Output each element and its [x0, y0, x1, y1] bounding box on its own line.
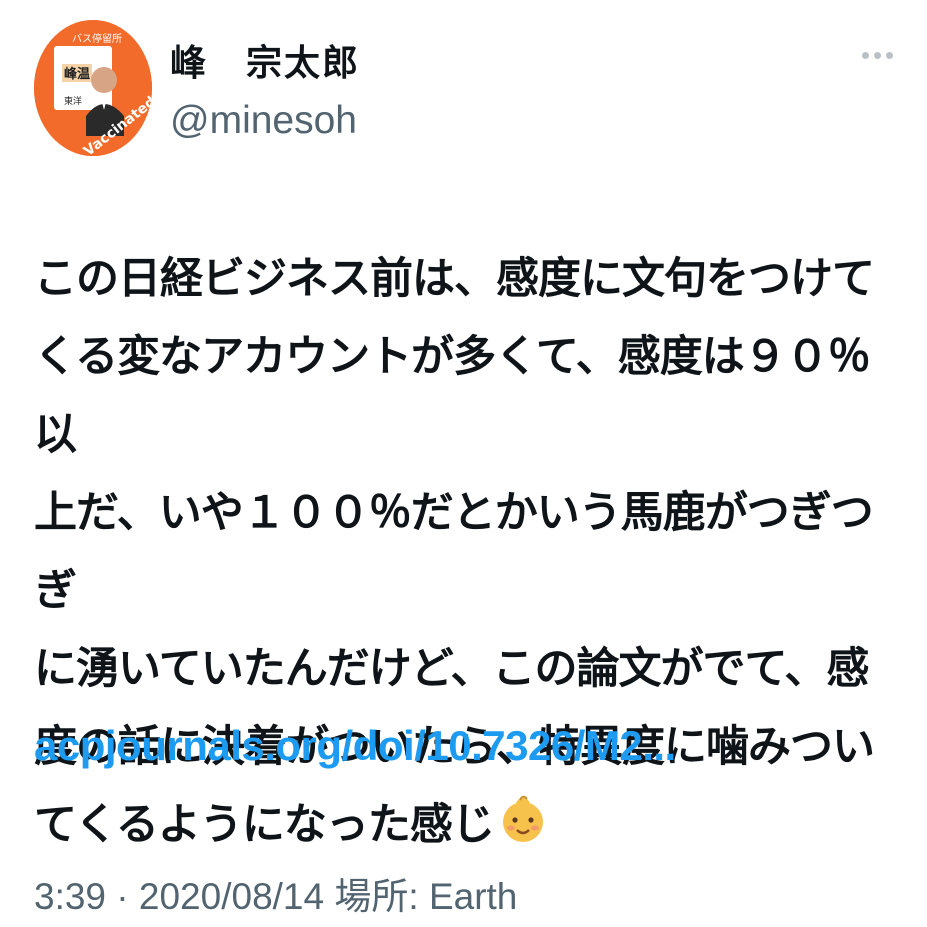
avatar-image: バス停留所 峰温 東洋 I'm Vaccinated — [34, 20, 152, 156]
more-options-button[interactable] — [857, 40, 897, 70]
avatar-sign-text: 峰温 — [64, 66, 90, 82]
meta-separator: · — [116, 876, 129, 917]
location-label: 場所: — [334, 876, 419, 917]
tweet-text: この日経ビジネス前は、感度に文句をつけて くる変なアカウントが多くて、感度は９０… — [34, 240, 884, 870]
tweet-location[interactable]: Earth — [429, 876, 517, 917]
tweet-detail: バス停留所 峰温 東洋 I'm Vaccinated 峰 宗太郎 @mineso… — [0, 0, 927, 927]
tweet-time[interactable]: 3:39 — [34, 876, 106, 917]
tweet-meta: 3:39 · 2020/08/14 場所: Earth — [34, 866, 517, 920]
avatar-top-text: バス停留所 — [72, 32, 122, 45]
more-horizontal-icon-dot — [885, 51, 893, 59]
more-horizontal-icon-dot — [873, 51, 881, 59]
more-horizontal-icon — [861, 51, 869, 59]
avatar-side-text: 東洋 — [64, 95, 82, 107]
avatar[interactable]: バス停留所 峰温 東洋 I'm Vaccinated — [34, 20, 152, 156]
author-handle[interactable]: @minesoh — [170, 99, 357, 143]
tweet-link[interactable]: acpjournals.org/doi/10.7326/M2... — [34, 722, 676, 770]
author-name[interactable]: 峰 宗太郎 — [170, 34, 360, 86]
tweet-date[interactable]: 2020/08/14 — [139, 876, 324, 917]
baby-face-emoji — [498, 792, 548, 870]
